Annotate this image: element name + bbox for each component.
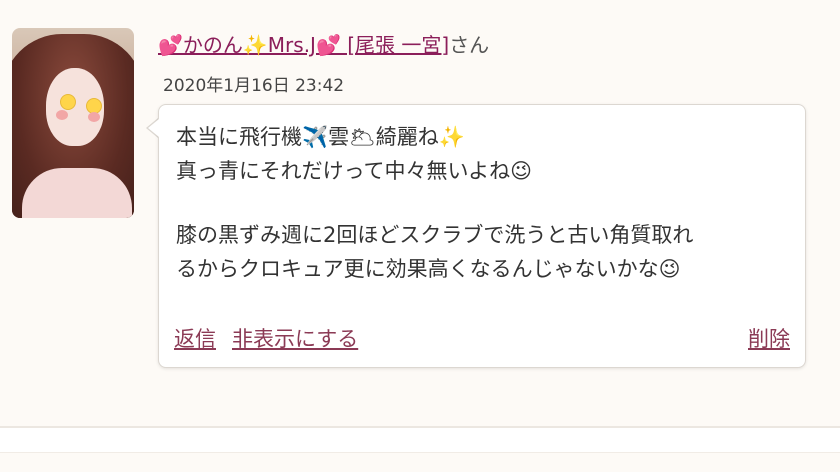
section-divider	[0, 426, 840, 428]
message-line: るからクロキュア更に効果高くなるんじゃないかな😉	[176, 257, 681, 281]
message-line: 本当に飛行機✈️雲🌥綺麗ね✨	[176, 125, 465, 149]
avatar-cheek	[56, 110, 68, 120]
delete-button[interactable]: 削除	[748, 324, 790, 354]
bubble-tail-inner	[148, 119, 159, 137]
comment-author-line: 💕かのん✨Mrs.J💕 [尾張 一宮]さん	[158, 30, 489, 60]
reply-button[interactable]: 返信	[174, 324, 216, 354]
next-comment-strip	[0, 452, 840, 472]
message-line: 膝の黒ずみ週に2回ほどスクラブで洗うと古い角質取れ	[176, 223, 694, 247]
avatar-emoji-sticker	[60, 94, 76, 110]
comment-author-link[interactable]: 💕かのん✨Mrs.J💕 [尾張 一宮]	[158, 33, 449, 57]
comment-author-honorific: さん	[449, 33, 490, 57]
comment-message: 本当に飛行機✈️雲🌥綺麗ね✨ 真っ青にそれだけって中々無いよね😉 膝の黒ずみ週に…	[176, 120, 796, 286]
comment-actions: 返信 非表示にする 削除	[174, 324, 790, 354]
comment-card: 💕かのん✨Mrs.J💕 [尾張 一宮]さん 2020年1月16日 23:42 本…	[0, 0, 840, 426]
comment-timestamp: 2020年1月16日 23:42	[163, 76, 345, 96]
page: 💕かのん✨Mrs.J💕 [尾張 一宮]さん 2020年1月16日 23:42 本…	[0, 0, 840, 472]
avatar-cheek	[88, 112, 100, 122]
message-line: 真っ青にそれだけって中々無いよね😉	[176, 159, 533, 183]
avatar-shoulder	[22, 168, 132, 218]
hide-button[interactable]: 非表示にする	[232, 324, 358, 354]
avatar[interactable]	[12, 28, 134, 218]
